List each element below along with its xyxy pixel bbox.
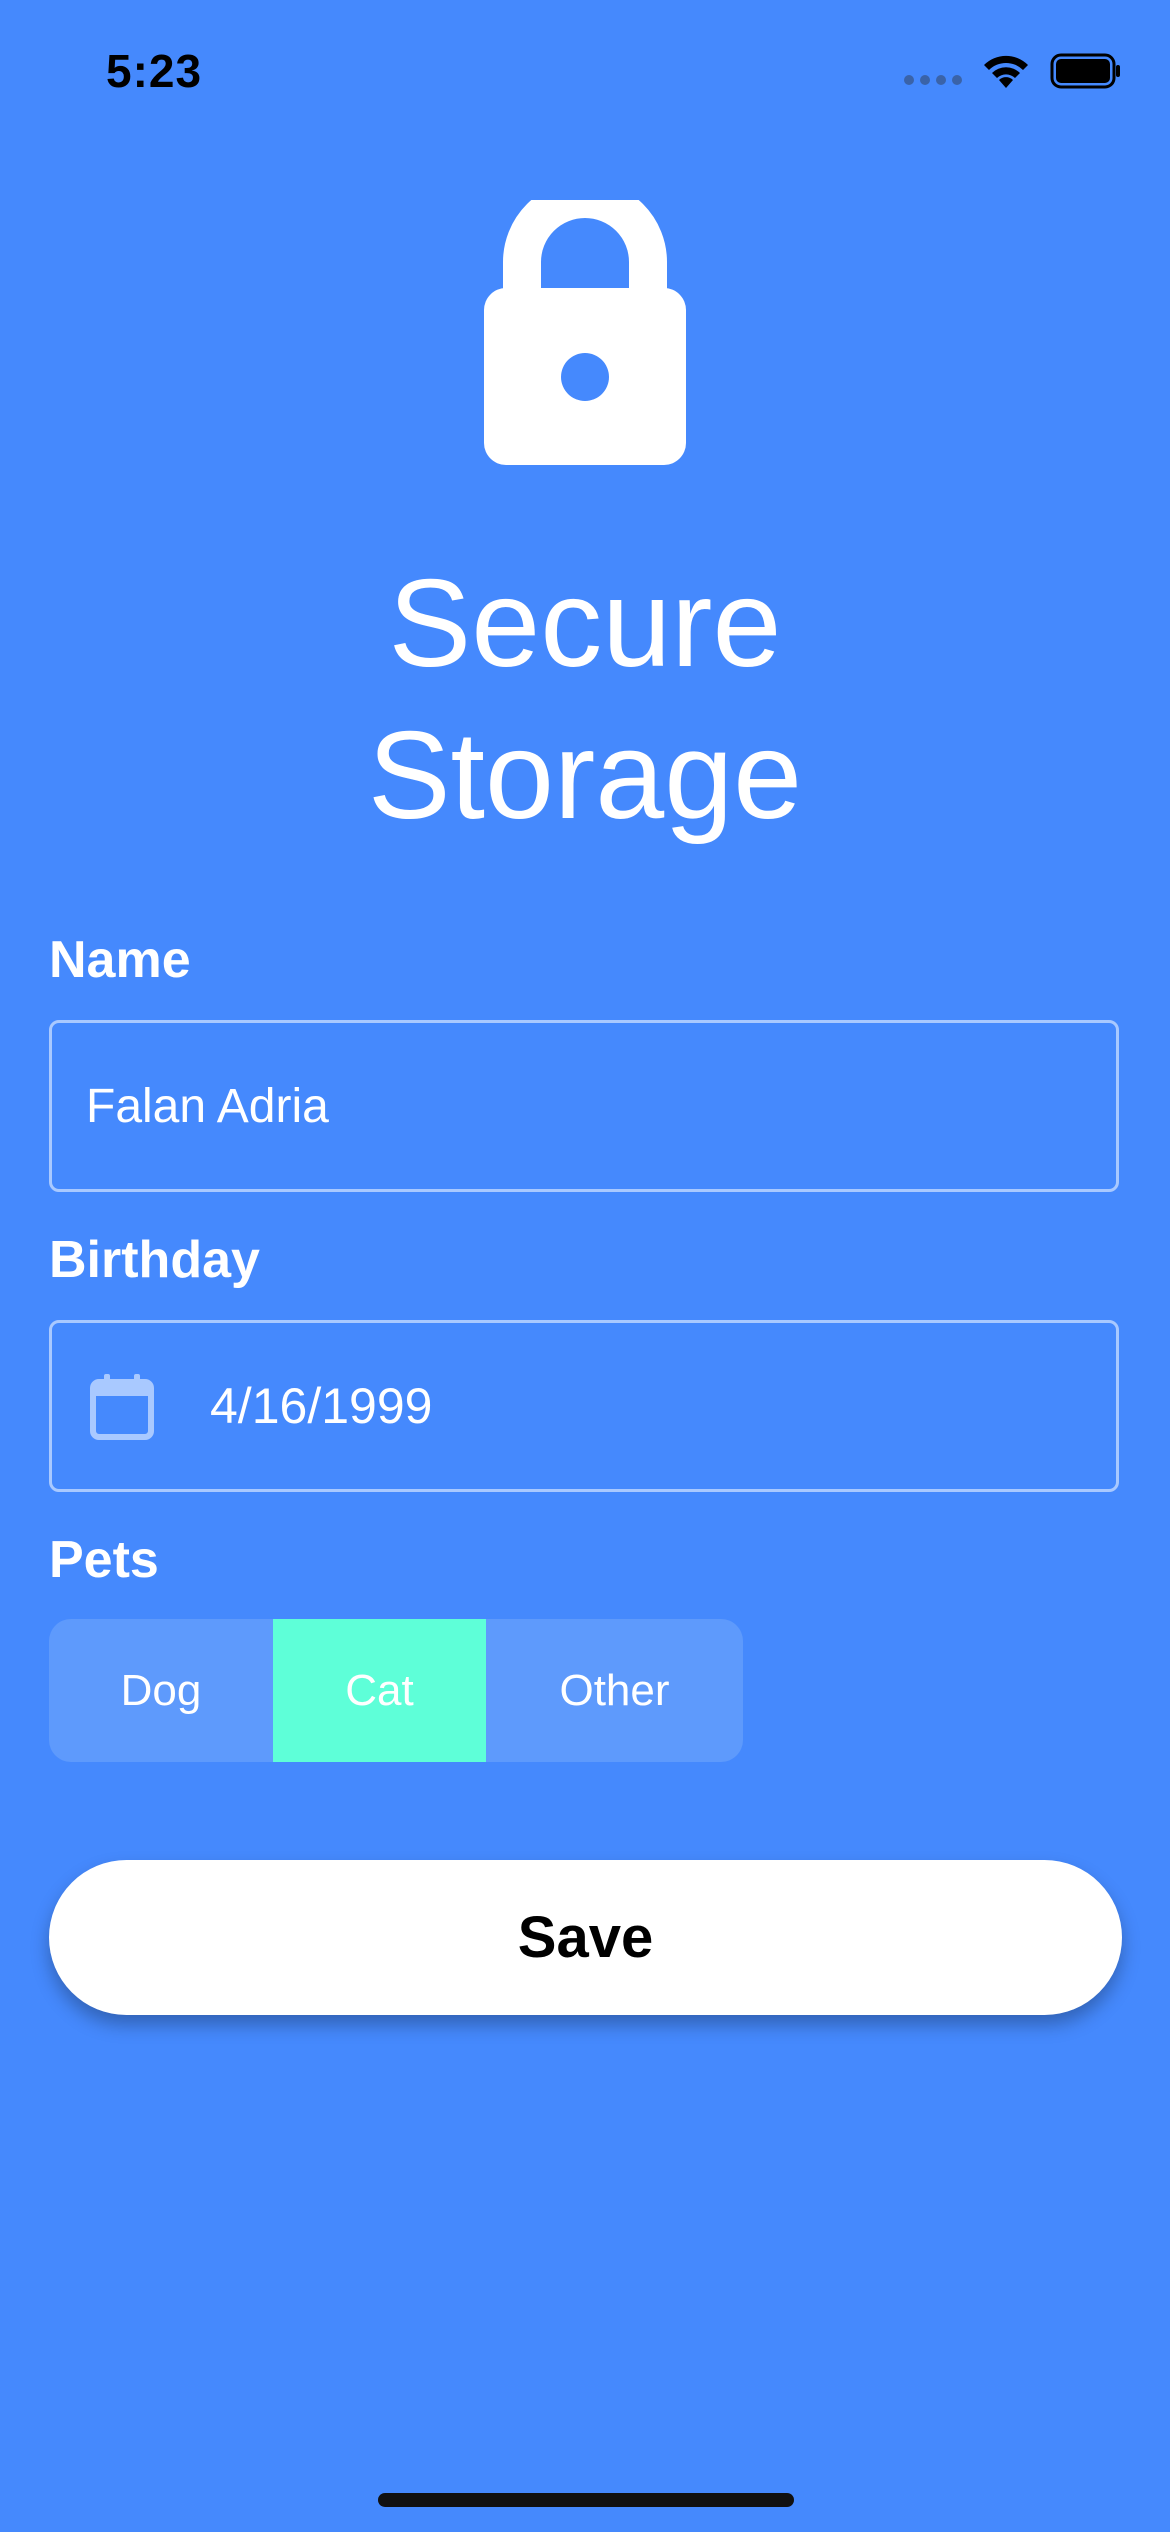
- status-time: 5:23: [106, 45, 203, 97]
- birthday-label: Birthday: [49, 1231, 260, 1289]
- save-button[interactable]: Save: [49, 1860, 1122, 2015]
- page-title: Secure Storage: [0, 548, 1170, 852]
- pet-option-other[interactable]: Other: [486, 1619, 743, 1762]
- battery-icon: [1050, 53, 1122, 89]
- lock-icon: [484, 180, 686, 465]
- wifi-icon: [980, 52, 1032, 90]
- title-line-2: Storage: [367, 707, 803, 845]
- name-input-value: Falan Adria: [86, 1079, 329, 1133]
- secure-storage-screen: 5:23 Secure Storage Name Falan Adria Bir…: [0, 0, 1170, 2532]
- pet-option-cat[interactable]: Cat: [273, 1619, 486, 1762]
- calendar-icon: [90, 1372, 154, 1440]
- birthday-input-value: 4/16/1999: [210, 1378, 433, 1434]
- name-label: Name: [49, 931, 191, 989]
- pets-segmented-control: Dog Cat Other: [49, 1619, 743, 1762]
- pet-option-dog[interactable]: Dog: [49, 1619, 273, 1762]
- name-input[interactable]: Falan Adria: [49, 1020, 1119, 1192]
- pets-label: Pets: [49, 1531, 159, 1589]
- home-indicator[interactable]: [378, 2493, 794, 2507]
- birthday-input[interactable]: 4/16/1999: [49, 1320, 1119, 1492]
- title-line-1: Secure: [388, 555, 782, 693]
- signal-icon: [904, 75, 962, 85]
- status-bar-right: [904, 52, 1122, 90]
